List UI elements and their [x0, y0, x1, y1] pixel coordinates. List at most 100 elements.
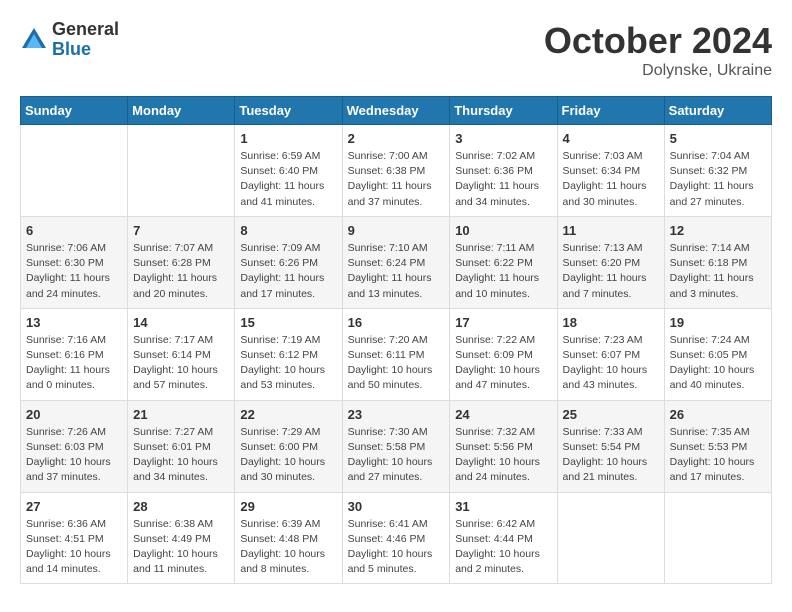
calendar-cell: 17Sunrise: 7:22 AM Sunset: 6:09 PM Dayli… [450, 308, 557, 400]
logo-general: General [52, 20, 119, 40]
day-number: 20 [26, 407, 122, 422]
day-info: Sunrise: 7:16 AM Sunset: 6:16 PM Dayligh… [26, 333, 122, 394]
day-number: 13 [26, 315, 122, 330]
calendar-week-4: 20 Sunrise: 7:26 AM Sunset: 6:03 PM Dayli… [21, 400, 772, 492]
calendar-table: SundayMondayTuesdayWednesdayThursdayFrid… [20, 96, 772, 584]
day-number: 23 [348, 407, 445, 422]
day-info: Sunrise: 7:04 AM Sunset: 6:32 PM Dayligh… [670, 149, 766, 210]
calendar-week-3: 13 Sunrise: 7:16 AM Sunset: 6:16 PM Dayli… [21, 308, 772, 400]
day-number: 10 [455, 223, 551, 238]
calendar-cell: 23 Sunrise: 7:30 AM Sunset: 5:58 PM Dayli… [342, 400, 450, 492]
calendar-cell [557, 492, 664, 584]
day-number: 6 [26, 223, 122, 238]
day-info: Sunrise: 7:14 AM Sunset: 6:18 PM Dayligh… [670, 241, 766, 302]
calendar-cell [664, 492, 771, 584]
calendar-cell: 14Sunrise: 7:17 AM Sunset: 6:14 PM Dayli… [128, 308, 235, 400]
day-info: Sunrise: 7:23 AM Sunset: 6:07 PM Dayligh… [563, 333, 659, 394]
calendar-cell: 26Sunrise: 7:35 AM Sunset: 5:53 PM Dayli… [664, 400, 771, 492]
day-info: Sunrise: 7:19 AM Sunset: 6:12 PM Dayligh… [240, 333, 336, 394]
calendar-cell: 11Sunrise: 7:13 AM Sunset: 6:20 PM Dayli… [557, 216, 664, 308]
calendar-cell: 27 Sunrise: 6:36 AM Sunset: 4:51 PM Dayli… [21, 492, 128, 584]
day-info: Sunrise: 7:10 AM Sunset: 6:24 PM Dayligh… [348, 241, 445, 302]
day-of-week-sunday: Sunday [21, 97, 128, 125]
day-of-week-saturday: Saturday [664, 97, 771, 125]
calendar-week-1: 1 Sunrise: 6:59 AM Sunset: 6:40 PM Daylig… [21, 125, 772, 217]
day-number: 30 [348, 499, 445, 514]
day-of-week-friday: Friday [557, 97, 664, 125]
day-number: 1 [240, 131, 336, 146]
day-info: Sunrise: 7:07 AM Sunset: 6:28 PM Dayligh… [133, 241, 229, 302]
day-number: 3 [455, 131, 551, 146]
calendar-cell: 19Sunrise: 7:24 AM Sunset: 6:05 PM Dayli… [664, 308, 771, 400]
day-info: Sunrise: 6:39 AM Sunset: 4:48 PM Dayligh… [240, 517, 336, 578]
calendar-cell: 29 Sunrise: 6:39 AM Sunset: 4:48 PM Dayli… [235, 492, 342, 584]
day-info: Sunrise: 7:29 AM Sunset: 6:00 PM Dayligh… [240, 425, 336, 486]
day-info: Sunrise: 7:30 AM Sunset: 5:58 PM Dayligh… [348, 425, 445, 486]
day-number: 2 [348, 131, 445, 146]
day-number: 16 [348, 315, 445, 330]
day-number: 4 [563, 131, 659, 146]
day-number: 29 [240, 499, 336, 514]
day-number: 19 [670, 315, 766, 330]
logo-blue: Blue [52, 40, 119, 60]
day-info: Sunrise: 6:36 AM Sunset: 4:51 PM Dayligh… [26, 517, 122, 578]
day-number: 5 [670, 131, 766, 146]
day-number: 27 [26, 499, 122, 514]
calendar-cell: 20 Sunrise: 7:26 AM Sunset: 6:03 PM Dayli… [21, 400, 128, 492]
day-number: 17 [455, 315, 551, 330]
day-info: Sunrise: 7:03 AM Sunset: 6:34 PM Dayligh… [563, 149, 659, 210]
calendar-cell [21, 125, 128, 217]
day-number: 22 [240, 407, 336, 422]
day-info: Sunrise: 7:33 AM Sunset: 5:54 PM Dayligh… [563, 425, 659, 486]
day-info: Sunrise: 7:20 AM Sunset: 6:11 PM Dayligh… [348, 333, 445, 394]
day-number: 31 [455, 499, 551, 514]
logo: General Blue [20, 20, 119, 60]
calendar-cell: 1 Sunrise: 6:59 AM Sunset: 6:40 PM Daylig… [235, 125, 342, 217]
calendar-week-5: 27 Sunrise: 6:36 AM Sunset: 4:51 PM Dayli… [21, 492, 772, 584]
day-of-week-wednesday: Wednesday [342, 97, 450, 125]
day-of-week-monday: Monday [128, 97, 235, 125]
calendar-cell: 8 Sunrise: 7:09 AM Sunset: 6:26 PM Daylig… [235, 216, 342, 308]
day-number: 9 [348, 223, 445, 238]
day-info: Sunrise: 7:13 AM Sunset: 6:20 PM Dayligh… [563, 241, 659, 302]
day-info: Sunrise: 7:11 AM Sunset: 6:22 PM Dayligh… [455, 241, 551, 302]
day-number: 12 [670, 223, 766, 238]
day-info: Sunrise: 6:59 AM Sunset: 6:40 PM Dayligh… [240, 149, 336, 210]
day-info: Sunrise: 7:26 AM Sunset: 6:03 PM Dayligh… [26, 425, 122, 486]
days-of-week-row: SundayMondayTuesdayWednesdayThursdayFrid… [21, 97, 772, 125]
calendar-cell: 6Sunrise: 7:06 AM Sunset: 6:30 PM Daylig… [21, 216, 128, 308]
calendar-cell: 31Sunrise: 6:42 AM Sunset: 4:44 PM Dayli… [450, 492, 557, 584]
calendar-cell: 10 Sunrise: 7:11 AM Sunset: 6:22 PM Dayli… [450, 216, 557, 308]
day-info: Sunrise: 7:00 AM Sunset: 6:38 PM Dayligh… [348, 149, 445, 210]
calendar-cell: 16 Sunrise: 7:20 AM Sunset: 6:11 PM Dayli… [342, 308, 450, 400]
day-info: Sunrise: 7:17 AM Sunset: 6:14 PM Dayligh… [133, 333, 229, 394]
day-of-week-thursday: Thursday [450, 97, 557, 125]
month-year: October 2024 [544, 20, 772, 62]
day-number: 25 [563, 407, 659, 422]
calendar-cell: 2 Sunrise: 7:00 AM Sunset: 6:38 PM Daylig… [342, 125, 450, 217]
day-info: Sunrise: 7:09 AM Sunset: 6:26 PM Dayligh… [240, 241, 336, 302]
day-info: Sunrise: 7:02 AM Sunset: 6:36 PM Dayligh… [455, 149, 551, 210]
day-number: 8 [240, 223, 336, 238]
calendar-cell: 13 Sunrise: 7:16 AM Sunset: 6:16 PM Dayli… [21, 308, 128, 400]
day-of-week-tuesday: Tuesday [235, 97, 342, 125]
day-info: Sunrise: 7:27 AM Sunset: 6:01 PM Dayligh… [133, 425, 229, 486]
day-number: 28 [133, 499, 229, 514]
calendar-cell: 5 Sunrise: 7:04 AM Sunset: 6:32 PM Daylig… [664, 125, 771, 217]
calendar-cell: 30 Sunrise: 6:41 AM Sunset: 4:46 PM Dayli… [342, 492, 450, 584]
calendar-cell: 15 Sunrise: 7:19 AM Sunset: 6:12 PM Dayli… [235, 308, 342, 400]
calendar-cell: 12 Sunrise: 7:14 AM Sunset: 6:18 PM Dayli… [664, 216, 771, 308]
logo-text: General Blue [52, 20, 119, 60]
day-info: Sunrise: 6:41 AM Sunset: 4:46 PM Dayligh… [348, 517, 445, 578]
calendar-cell [128, 125, 235, 217]
day-info: Sunrise: 6:38 AM Sunset: 4:49 PM Dayligh… [133, 517, 229, 578]
title-block: October 2024 Dolynske, Ukraine [544, 20, 772, 80]
day-number: 15 [240, 315, 336, 330]
calendar-cell: 25 Sunrise: 7:33 AM Sunset: 5:54 PM Dayli… [557, 400, 664, 492]
calendar-cell: 9 Sunrise: 7:10 AM Sunset: 6:24 PM Daylig… [342, 216, 450, 308]
calendar-cell: 22 Sunrise: 7:29 AM Sunset: 6:00 PM Dayli… [235, 400, 342, 492]
location: Dolynske, Ukraine [544, 62, 772, 80]
calendar-week-2: 6Sunrise: 7:06 AM Sunset: 6:30 PM Daylig… [21, 216, 772, 308]
calendar-cell: 18Sunrise: 7:23 AM Sunset: 6:07 PM Dayli… [557, 308, 664, 400]
logo-icon [20, 26, 48, 54]
